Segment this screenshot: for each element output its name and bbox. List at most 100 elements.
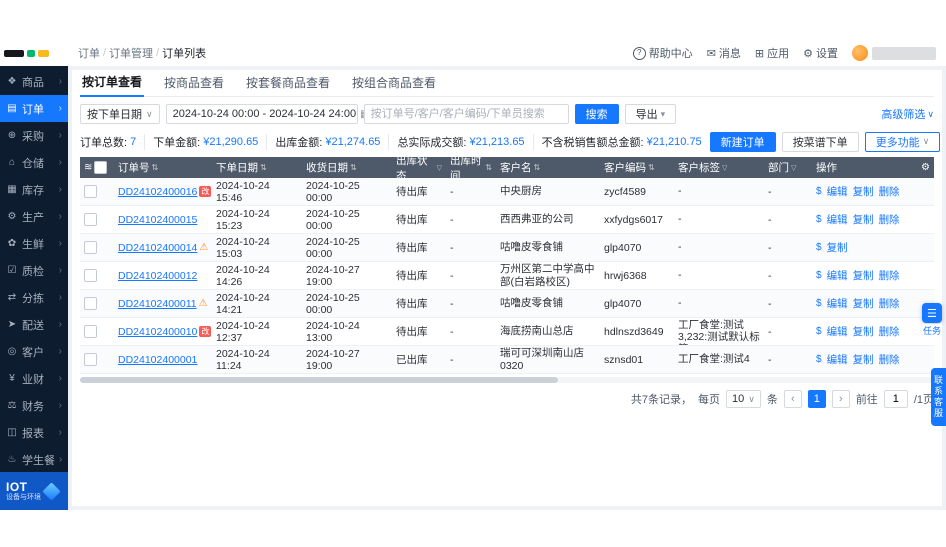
sort-icon[interactable]: ⇅ — [648, 163, 655, 172]
sidebar-item-delivery[interactable]: ➤ 配送 › — [0, 311, 68, 338]
page-size-select[interactable]: 10 ∨ — [725, 390, 761, 408]
search-input[interactable] — [363, 104, 569, 124]
edit-action[interactable]: 编辑 — [827, 212, 848, 227]
sort-icon[interactable]: ⇅ — [350, 163, 357, 172]
delete-action[interactable]: 删除 — [879, 296, 900, 311]
tab-by-product[interactable]: 按商品查看 — [162, 74, 226, 96]
sidebar-item-student-meal[interactable]: ♨ 学生餐 › — [0, 446, 68, 473]
edit-action[interactable]: 编辑 — [827, 324, 848, 339]
next-page-button[interactable]: › — [831, 390, 850, 408]
sidebar-item-reports[interactable]: ◫ 报表 › — [0, 419, 68, 446]
sidebar-item-production[interactable]: ⚙ 生产 › — [0, 203, 68, 230]
order-by-recipe-button[interactable]: 按菜谱下单 — [781, 131, 859, 152]
horizontal-scrollbar[interactable] — [80, 377, 934, 383]
breadcrumb[interactable]: 订单 — [78, 45, 100, 61]
order-number-link[interactable]: DD24102400011 — [118, 298, 197, 310]
sort-icon[interactable]: ⇅ — [485, 163, 492, 172]
delete-action[interactable]: 删除 — [879, 324, 900, 339]
sidebar-item-warehouse[interactable]: ⌂ 仓储 › — [0, 149, 68, 176]
task-widget[interactable]: ☰ 任务 — [921, 303, 942, 337]
sort-icon[interactable]: ⇅ — [534, 163, 541, 172]
copy-action[interactable]: 复制 — [853, 268, 874, 283]
contact-support-button[interactable]: 联系客服 — [931, 368, 946, 426]
payment-icon[interactable]: $ — [816, 270, 822, 281]
search-button[interactable]: 搜索 — [574, 104, 619, 124]
row-checkbox[interactable] — [84, 297, 97, 310]
table-row[interactable]: DD24102400010 改 2024-10-24 12:37 2024-10-… — [80, 318, 934, 346]
date-range-picker[interactable]: 2024-10-24 00:00 - 2024-10-24 24:00▦ — [165, 104, 370, 124]
payment-icon[interactable]: $ — [816, 326, 822, 337]
sort-icon[interactable]: ⇅ — [260, 163, 267, 172]
edit-action[interactable]: 编辑 — [827, 352, 848, 367]
table-row[interactable]: DD24102400011 ⚠ 2024-10-24 14:21 2024-10-… — [80, 290, 934, 318]
goto-page-input[interactable] — [883, 390, 908, 408]
row-checkbox[interactable] — [84, 325, 97, 338]
delete-action[interactable]: 删除 — [879, 212, 900, 227]
prev-page-button[interactable]: ‹ — [783, 390, 802, 408]
copy-action[interactable]: 复制 — [853, 352, 874, 367]
payment-icon[interactable]: $ — [816, 242, 822, 253]
filter-funnel-icon[interactable]: ▽ — [791, 164, 796, 172]
sidebar-item-purchasing[interactable]: ⊕ 采购 › — [0, 122, 68, 149]
messages-button[interactable]: ✉ 消息 — [707, 45, 741, 61]
select-all-checkbox[interactable] — [94, 161, 108, 174]
tab-by-combo-product[interactable]: 按组合商品查看 — [350, 74, 438, 96]
edit-action[interactable]: 编辑 — [827, 184, 848, 199]
settings-button[interactable]: ⚙ 设置 — [803, 45, 838, 61]
payment-icon[interactable]: $ — [816, 298, 822, 309]
order-number-link[interactable]: DD24102400015 — [118, 214, 197, 226]
order-number-link[interactable]: DD24102400014 — [118, 242, 197, 254]
sidebar-item-orders[interactable]: ▤ 订单 › — [0, 95, 68, 122]
payment-icon[interactable]: $ — [816, 354, 822, 365]
date-type-select[interactable]: 按下单日期 ∨ — [80, 104, 160, 124]
order-number-link[interactable]: DD24102400016 — [118, 186, 197, 198]
order-number-link[interactable]: DD24102400012 — [118, 270, 197, 282]
apps-button[interactable]: ⊞ 应用 — [755, 45, 789, 61]
delete-action[interactable]: 删除 — [879, 268, 900, 283]
table-row[interactable]: DD24102400015 2024-10-24 15:23 2024-10-2… — [80, 206, 934, 234]
sort-icon[interactable]: ⇅ — [152, 163, 159, 172]
copy-action[interactable]: 复制 — [853, 212, 874, 227]
row-checkbox[interactable] — [84, 269, 97, 282]
sidebar-item-finance[interactable]: ⚖ 财务 › — [0, 392, 68, 419]
row-checkbox[interactable] — [84, 353, 97, 366]
tab-by-order[interactable]: 按订单查看 — [80, 73, 145, 97]
delete-action[interactable]: 删除 — [879, 352, 900, 367]
copy-action[interactable]: 复制 — [853, 324, 874, 339]
table-row[interactable]: DD24102400001 2024-10-24 11:24 2024-10-2… — [80, 346, 934, 374]
filter-funnel-icon[interactable]: ▽ — [437, 164, 442, 172]
tab-by-set-product[interactable]: 按套餐商品查看 — [244, 74, 332, 96]
sidebar-item-biz-finance[interactable]: ¥ 业财 › — [0, 365, 68, 392]
copy-action[interactable]: 复制 — [827, 240, 848, 255]
table-row[interactable]: DD24102400016 改 2024-10-24 15:46 2024-10-… — [80, 178, 934, 206]
sidebar-item-quality[interactable]: ☑ 质检 › — [0, 257, 68, 284]
create-order-button[interactable]: 新建订单 — [709, 131, 776, 152]
row-checkbox[interactable] — [84, 241, 97, 254]
sidebar-item-customers[interactable]: ◎ 客户 › — [0, 338, 68, 365]
payment-icon[interactable]: $ — [816, 186, 822, 197]
export-button[interactable]: 导出 ▾ — [624, 104, 677, 124]
expand-all-icon[interactable]: ≋ — [84, 162, 92, 173]
row-checkbox[interactable] — [84, 185, 97, 198]
advanced-filter-link[interactable]: 高级筛选 ∨ — [881, 106, 934, 122]
sidebar-item-sorting[interactable]: ⇄ 分拣 › — [0, 284, 68, 311]
table-row[interactable]: DD24102400012 2024-10-24 14:26 2024-10-2… — [80, 262, 934, 290]
payment-icon[interactable]: $ — [816, 214, 822, 225]
scrollbar-thumb[interactable] — [80, 377, 559, 383]
filter-funnel-icon[interactable]: ▽ — [722, 164, 727, 172]
sidebar-item-fresh[interactable]: ✿ 生鲜 › — [0, 230, 68, 257]
sidebar-item-goods[interactable]: ❖ 商品 › — [0, 68, 68, 95]
column-settings-gear-icon[interactable]: ⚙ — [921, 162, 930, 173]
breadcrumb[interactable]: 订单管理 — [109, 45, 153, 61]
task-icon[interactable]: ☰ — [921, 303, 942, 323]
user-menu[interactable] — [852, 45, 936, 61]
help-center-button[interactable]: ? 帮助中心 — [632, 45, 693, 61]
current-page-button[interactable]: 1 — [807, 390, 826, 408]
order-number-link[interactable]: DD24102400010 — [118, 326, 197, 338]
sidebar-item-inventory[interactable]: ▦ 库存 › — [0, 176, 68, 203]
copy-action[interactable]: 复制 — [853, 184, 874, 199]
more-functions-button[interactable]: 更多功能 ∨ — [864, 131, 941, 152]
order-number-link[interactable]: DD24102400001 — [118, 354, 197, 366]
copy-action[interactable]: 复制 — [853, 296, 874, 311]
edit-action[interactable]: 编辑 — [827, 268, 848, 283]
